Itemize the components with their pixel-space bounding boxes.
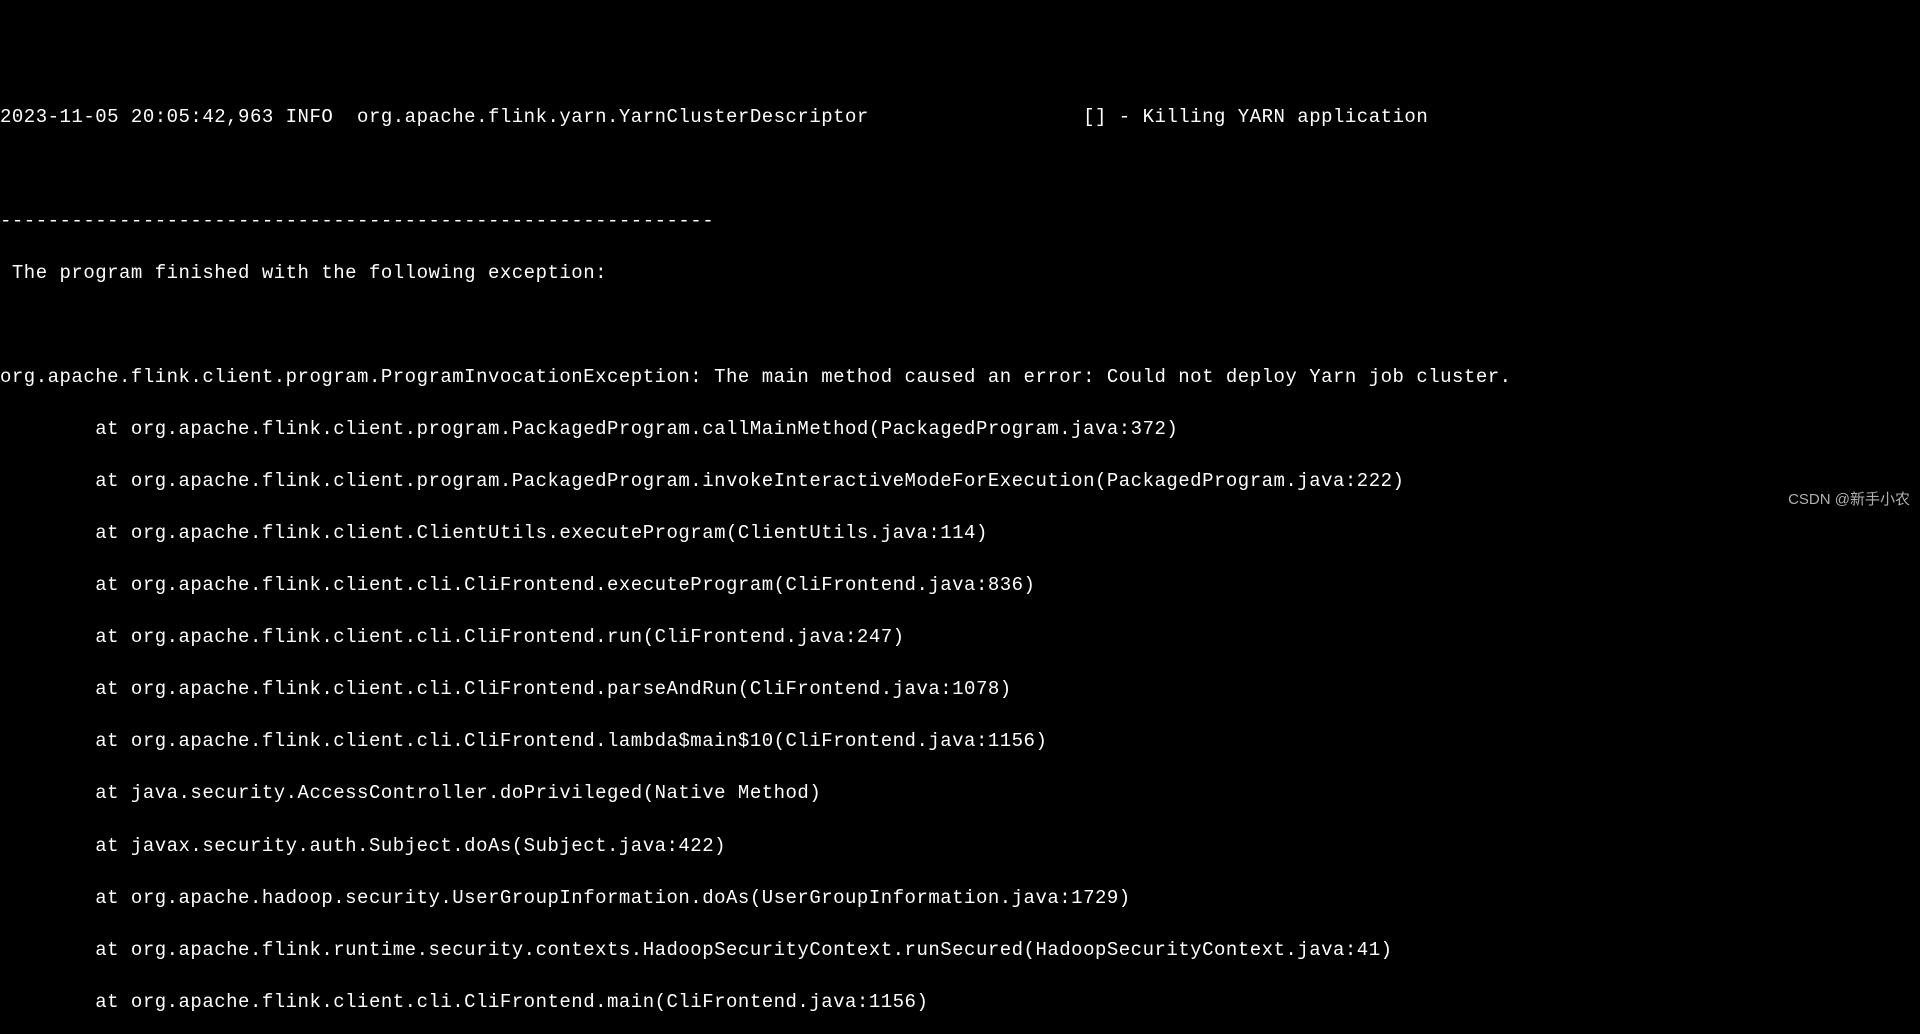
stack-trace-line: at org.apache.flink.client.program.Packa…	[0, 416, 1920, 442]
blank-line	[0, 312, 1920, 338]
exception-header-line: The program finished with the following …	[0, 260, 1920, 286]
log-entry-line: 2023-11-05 20:05:42,963 INFO org.apache.…	[0, 104, 1920, 130]
stack-trace-line: at org.apache.flink.client.cli.CliFronte…	[0, 676, 1920, 702]
stack-trace-line: at org.apache.flink.client.cli.CliFronte…	[0, 624, 1920, 650]
stack-trace-line: at org.apache.hadoop.security.UserGroupI…	[0, 885, 1920, 911]
stack-trace-line: at java.security.AccessController.doPriv…	[0, 780, 1920, 806]
stack-trace-line: at org.apache.flink.client.ClientUtils.e…	[0, 520, 1920, 546]
watermark-text: CSDN @新手小农	[1788, 490, 1910, 511]
stack-trace-line: at org.apache.flink.runtime.security.con…	[0, 937, 1920, 963]
exception-message-line: org.apache.flink.client.program.ProgramI…	[0, 364, 1920, 390]
stack-trace-line: at org.apache.flink.client.program.Packa…	[0, 468, 1920, 494]
stack-trace-line: at org.apache.flink.client.cli.CliFronte…	[0, 728, 1920, 754]
separator-line: ----------------------------------------…	[0, 208, 1920, 234]
stack-trace-line: at javax.security.auth.Subject.doAs(Subj…	[0, 833, 1920, 859]
stack-trace-line: at org.apache.flink.client.cli.CliFronte…	[0, 989, 1920, 1015]
stack-trace-line: at org.apache.flink.client.cli.CliFronte…	[0, 572, 1920, 598]
blank-line	[0, 156, 1920, 182]
